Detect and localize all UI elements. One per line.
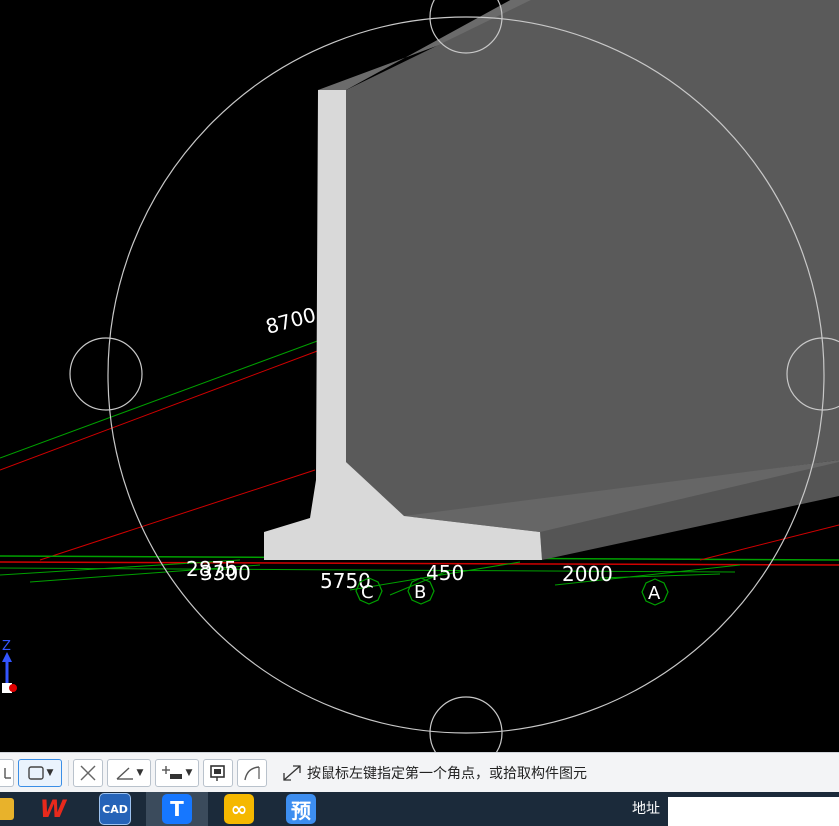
3d-scene[interactable]: 8700 2875 3300 5750 450 2000 C B A Z <box>0 0 839 752</box>
cad-icon: CAD <box>99 793 131 825</box>
screen-button[interactable] <box>203 758 233 787</box>
axis-bubbles: C B A <box>355 577 669 606</box>
grid-line <box>599 573 721 579</box>
address-input[interactable] <box>668 797 839 826</box>
ucs-z-label: Z <box>2 639 11 654</box>
model-viewport[interactable]: 8700 2875 3300 5750 450 2000 C B A Z <box>0 0 839 752</box>
offset-icon <box>161 765 182 779</box>
line-select-icon <box>3 767 11 779</box>
command-toolbar: ▼ ▼ ▼ 按鼠标左键指定第一个角点，或拾取构件图元 <box>0 752 839 792</box>
dim-8700: 8700 <box>263 302 318 338</box>
line-select-button[interactable] <box>0 758 14 787</box>
grid-line <box>0 561 839 566</box>
taskbar-app-cad[interactable]: CAD <box>84 792 146 826</box>
arc-icon <box>244 765 260 780</box>
dim-2000: 2000 <box>562 562 613 586</box>
arc-button[interactable] <box>237 758 267 787</box>
toolbar-divider <box>68 759 69 786</box>
grid-line <box>699 524 839 561</box>
command-prompt: 按鼠标左键指定第一个角点，或拾取构件图元 <box>281 763 587 783</box>
grid-line <box>0 349 321 471</box>
glodon-icon: T <box>162 794 192 824</box>
dim-450: 450 <box>426 561 464 585</box>
cross-select-button[interactable] <box>73 758 103 787</box>
ucs-x-end <box>9 684 17 692</box>
angle-icon <box>116 766 133 780</box>
taskbar-app-glodon[interactable]: T <box>146 792 208 826</box>
taskbar-app-explorer[interactable] <box>0 792 22 826</box>
axis-label-a: A <box>648 583 661 604</box>
chevron-down-icon: ▼ <box>46 767 54 778</box>
taskbar-app-budget[interactable]: 预 <box>270 792 332 826</box>
chevron-down-icon: ▼ <box>185 767 193 778</box>
chevron-down-icon: ▼ <box>136 767 144 778</box>
screen-icon <box>210 764 225 781</box>
budget-icon: 预 <box>286 794 316 824</box>
wall-side-face <box>346 0 839 518</box>
orbit-handle-left[interactable] <box>69 337 143 411</box>
windows-taskbar: W CAD T ∞ 预 地址 <box>0 792 839 826</box>
wps-icon: W <box>39 795 67 823</box>
prompt-text: 按鼠标左键指定第一个角点，或拾取构件图元 <box>307 765 587 782</box>
offset-button[interactable]: ▼ <box>155 758 199 787</box>
axis-label-b: B <box>414 582 426 603</box>
axis-label-c: C <box>361 582 374 603</box>
taskbar-app-yellow[interactable]: ∞ <box>208 792 270 826</box>
link-icon: ∞ <box>224 794 254 824</box>
taskbar-app-wps[interactable]: W <box>22 792 84 826</box>
cross-select-icon <box>80 765 96 780</box>
axis-bubble-a[interactable]: A <box>641 578 669 606</box>
angle-button[interactable]: ▼ <box>107 758 151 787</box>
rect-select-icon <box>27 765 44 780</box>
axis-bubble-b[interactable]: B <box>407 577 435 605</box>
rect-select-button[interactable]: ▼ <box>18 758 62 787</box>
orbit-handle-bottom[interactable] <box>429 696 503 752</box>
folder-icon <box>0 798 14 820</box>
retaining-wall[interactable] <box>264 0 839 560</box>
dim-3300: 3300 <box>200 561 251 585</box>
address-label: 地址 <box>632 801 660 817</box>
ucs-icon: Z <box>2 639 17 693</box>
grid-line <box>0 339 321 459</box>
expand-icon <box>283 764 301 781</box>
